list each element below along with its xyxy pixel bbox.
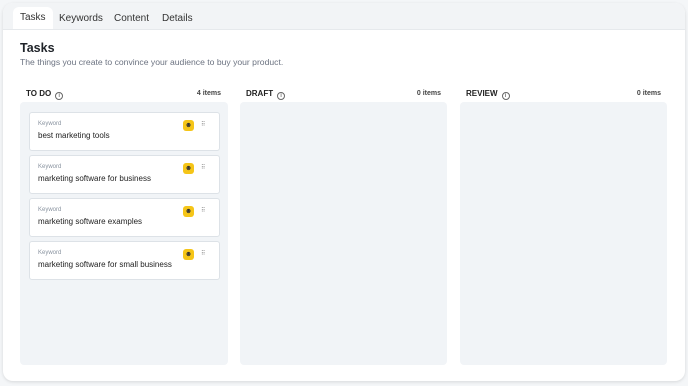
task-card[interactable]: Keyword marketing software for business … <box>29 155 220 194</box>
card-label: Keyword <box>38 121 62 127</box>
drag-handle-icon[interactable]: ⠿ <box>201 251 206 257</box>
drag-handle-icon[interactable]: ⠿ <box>201 208 206 214</box>
card-keyword: marketing software for small business <box>38 260 172 269</box>
card-keyword: marketing software for business <box>38 174 151 183</box>
column-title: DRAFT <box>246 89 274 98</box>
column-header-draft: DRAFT i <box>246 87 286 101</box>
tab-keywords[interactable]: Keywords <box>52 9 110 29</box>
emoji-face-icon[interactable]: ☻ <box>183 249 194 260</box>
column-title: REVIEW <box>466 89 498 98</box>
emoji-face-icon[interactable]: ☻ <box>183 206 194 217</box>
task-card[interactable]: Keyword marketing software examples ☻ ⠿ <box>29 198 220 237</box>
column-header-review: REVIEW i <box>466 87 510 101</box>
card-label: Keyword <box>38 207 62 213</box>
tab-details[interactable]: Details <box>155 9 200 29</box>
board-panel: Tasks Keywords Content Details Tasks The… <box>3 3 685 381</box>
info-icon[interactable]: i <box>501 92 510 100</box>
column-body-todo: Keyword best marketing tools ☻ ⠿ Keyword… <box>20 102 228 365</box>
drag-handle-icon[interactable]: ⠿ <box>201 165 206 171</box>
page-title: Tasks <box>20 41 55 55</box>
column-count: 0 items <box>636 90 661 97</box>
card-keyword: marketing software examples <box>38 217 143 226</box>
emoji-face-icon[interactable]: ☻ <box>183 120 194 131</box>
tab-bar: Tasks Keywords Content Details <box>3 3 685 30</box>
info-icon[interactable]: i <box>277 92 286 100</box>
emoji-face-icon[interactable]: ☻ <box>183 163 194 174</box>
tab-content[interactable]: Content <box>107 9 156 29</box>
column-body-draft <box>240 102 447 365</box>
drag-handle-icon[interactable]: ⠿ <box>201 122 206 128</box>
page-subtitle: The things you create to convince your a… <box>20 57 284 67</box>
tab-tasks[interactable]: Tasks <box>13 7 53 29</box>
card-label: Keyword <box>38 250 62 256</box>
task-card[interactable]: Keyword best marketing tools ☻ ⠿ <box>29 112 220 151</box>
column-header-todo: TO DO i <box>26 87 64 101</box>
card-label: Keyword <box>38 164 62 170</box>
card-keyword: best marketing tools <box>38 131 110 140</box>
column-title: TO DO <box>26 89 52 98</box>
column-count: 4 items <box>196 90 221 97</box>
column-count: 0 items <box>416 90 441 97</box>
task-card[interactable]: Keyword marketing software for small bus… <box>29 241 220 280</box>
info-icon[interactable]: i <box>55 92 64 100</box>
column-body-review <box>460 102 667 365</box>
